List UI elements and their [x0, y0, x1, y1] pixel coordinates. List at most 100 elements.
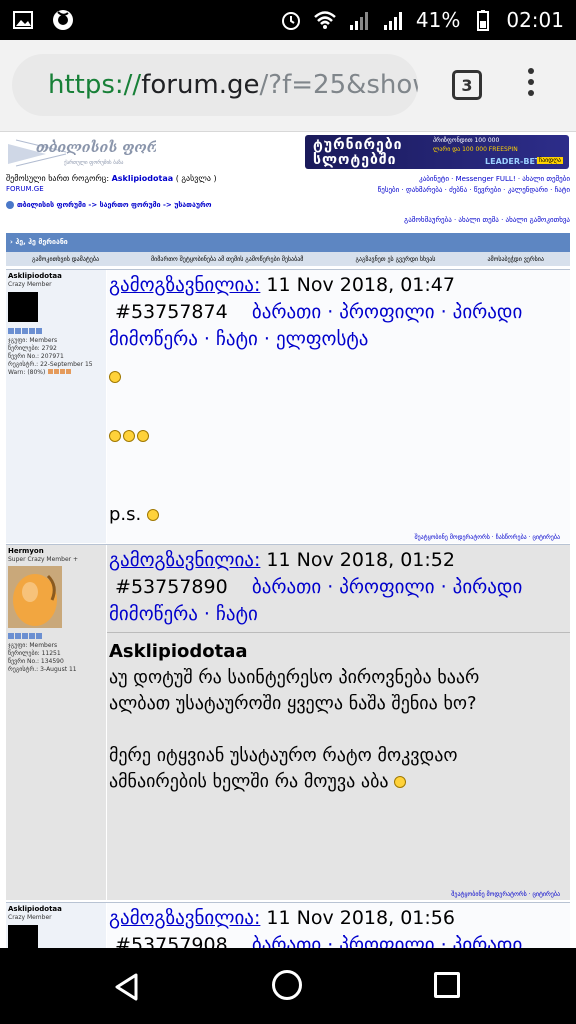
- post-footer-actions[interactable]: შეატყობინე მოდერატორს · ჩასწორება · ციტი…: [414, 534, 560, 541]
- option-subscribe[interactable]: მიმართო შეტყობინება ამ თემის გამოწერები …: [151, 256, 303, 263]
- rank-pips: [8, 633, 104, 642]
- rank-pips: [8, 328, 104, 337]
- post-text: p.s.: [107, 502, 161, 528]
- author-group: ჯგუფი: Members: [8, 642, 58, 649]
- ad-cta: ჩაიდღა: [537, 157, 563, 164]
- post-body: გამოგზავნილია: 11 Nov 2018, 01:47 #53757…: [107, 270, 570, 543]
- topic-title: ჰე, ჰე მერიანი: [15, 238, 68, 246]
- option-send-page[interactable]: გაგზავნეთ ეს გვერდი სხვას: [355, 256, 435, 263]
- post-text: Asklipiodotaa აუ დოტუშ რა საინტერესო პირ…: [107, 639, 570, 795]
- topic-title-bar: › ჰე, ჰე მერიანი: [6, 233, 570, 252]
- smiley-icon: [146, 509, 159, 521]
- site-name[interactable]: FORUM.GE: [6, 185, 44, 193]
- gallery-icon: [13, 11, 33, 29]
- author-registered: რეგისტრ.: 22-September 15: [8, 361, 93, 368]
- url-host: forum.ge: [141, 70, 260, 100]
- emoticons-group: [109, 430, 149, 442]
- smiley-icon: [109, 370, 121, 383]
- logout-link[interactable]: ( გასვლა ): [176, 174, 217, 183]
- forum-logo[interactable]: თბილისის ფორუმი ქართული ფორუმის ბაზა: [6, 134, 156, 172]
- post-meta: გამოგზავნილია: 11 Nov 2018, 01:47 #53757…: [107, 270, 570, 355]
- forum-dot-icon: [6, 201, 14, 209]
- post-date: 11 Nov 2018, 01:52: [266, 549, 455, 571]
- author-member-no: წევრი No.: 134590: [8, 658, 64, 665]
- battery-icon: [477, 10, 490, 31]
- post: Asklipiodotaa Crazy Member ჯგუფი: Member…: [6, 269, 570, 543]
- post-line-2: ალბათ უსატაუროში ყველა ნაშა შენია ხო?: [109, 693, 477, 714]
- warn-level: Warn: (80%): [8, 369, 46, 376]
- tab-switcher-button[interactable]: 3: [452, 70, 482, 100]
- post-id[interactable]: #53757908: [115, 934, 228, 948]
- post-line-4-row: ამნაირების ხელში რა მოუვა აბა: [109, 769, 568, 795]
- recent-apps-icon[interactable]: [434, 972, 460, 998]
- post-line-1: აუ დოტუშ რა საინტერესო პიროვნება ხაარ: [109, 667, 480, 688]
- posted-label[interactable]: გამოგზავნილია:: [109, 907, 260, 929]
- author-group: ჯგუფი: Members: [8, 337, 58, 344]
- topic-actions[interactable]: გამოხმაურება · ახალი თემა · ახალი გამოკი…: [404, 216, 570, 224]
- post-id[interactable]: #53757890: [115, 576, 228, 598]
- post-date: 11 Nov 2018, 01:47: [266, 274, 455, 296]
- url-scheme: https://: [48, 70, 142, 100]
- user-links-row2[interactable]: წესები · დახმარება · ძებნა · წევრები · კ…: [378, 185, 570, 196]
- url-path: /?f=25&show: [259, 70, 418, 100]
- post-line-4: ამნაირების ხელში რა მოუვა აბა: [109, 771, 389, 792]
- clock: 02:01: [506, 8, 564, 32]
- home-icon[interactable]: [272, 970, 302, 1000]
- alarm-icon: [281, 12, 300, 30]
- signal-sim2-icon: [383, 12, 402, 30]
- author-registered: რეგისტრ.: 3-August 11: [8, 666, 77, 673]
- author-posts: წერილები: 2792: [8, 345, 57, 352]
- browser-toolbar: https://forum.ge/?f=25&show 3: [0, 40, 576, 132]
- ad-headline-1: ტურნირები: [313, 137, 403, 153]
- avatar: [8, 925, 38, 948]
- avatar: [8, 292, 38, 322]
- author-rank: Crazy Member: [8, 914, 52, 921]
- option-print[interactable]: ამოსაბეჭდი ვერსია: [487, 256, 543, 263]
- avatar: [8, 566, 62, 628]
- author-name[interactable]: Asklipiodotaa: [8, 905, 104, 914]
- author-warn: Warn: (80%): [8, 369, 104, 377]
- author-posts: წერილები: 11251: [8, 650, 61, 657]
- post-meta: გამოგზავნილია: 11 Nov 2018, 01:56 #53757…: [107, 903, 570, 948]
- advertisement-banner[interactable]: ტურნირები სლოტებში პრიზფონდით 100 000 ლა…: [305, 135, 569, 169]
- posted-label[interactable]: გამოგზავნილია:: [109, 274, 260, 296]
- site-header: თბილისის ფორუმი ქართული ფორუმის ბაზა ტურ…: [0, 132, 576, 198]
- post: Asklipiodotaa Crazy Member გამოგზავნილია…: [6, 902, 570, 948]
- wifi-icon: [314, 11, 336, 29]
- back-icon[interactable]: [112, 972, 142, 1002]
- menu-icon[interactable]: [526, 68, 536, 104]
- author-rank: Crazy Member: [8, 281, 52, 288]
- smiley-icon: [137, 430, 149, 442]
- posted-label[interactable]: გამოგზავნილია:: [109, 549, 260, 571]
- breadcrumb-text[interactable]: თბილისის ფორუმი -> საერთო ფორუმი -> უსათ…: [17, 201, 211, 209]
- post: Hermyon Super Crazy Member + ჯგუფი: Memb…: [6, 544, 570, 900]
- login-prefix: შემოსული ხართ როგორც:: [6, 174, 110, 183]
- author-name[interactable]: Hermyon: [8, 547, 104, 556]
- svg-text:თბილისის ფორუმი: თბილისის ფორუმი: [36, 140, 156, 156]
- status-bar: 41% 02:01: [0, 0, 576, 40]
- ad-headline-2: სლოტებში: [313, 152, 397, 168]
- author-rank: Super Crazy Member +: [8, 556, 79, 563]
- post-footer-actions[interactable]: შეატყობინე მოდერატორს · ციტირება: [451, 891, 560, 898]
- svg-text:ქართული ფორუმის ბაზა: ქართული ფორუმის ბაზა: [64, 159, 124, 166]
- user-links-row1[interactable]: კაბინეტი · Messenger FULL! · ახალი თემებ…: [378, 174, 570, 185]
- login-status: შემოსული ხართ როგორც: Asklipiodotaa ( გა…: [6, 174, 217, 183]
- post-id[interactable]: #53757874: [115, 301, 228, 323]
- post-line-3: მერე იტყვიან უსატაურო რატო მოკვდაო: [109, 745, 458, 766]
- author-name[interactable]: Asklipiodotaa: [8, 272, 104, 281]
- breadcrumb[interactable]: თბილისის ფორუმი -> საერთო ფორუმი -> უსათ…: [6, 201, 211, 209]
- author-member-no: წევრი No.: 207971: [8, 353, 64, 360]
- post-author-panel: Asklipiodotaa Crazy Member ჯგუფი: Member…: [6, 270, 106, 543]
- smiley-icon: [109, 430, 121, 442]
- post-author-panel: Asklipiodotaa Crazy Member: [6, 903, 106, 948]
- ad-freespin-text: ლარი და 100 000 FREESPIN: [433, 146, 518, 153]
- topic-options-bar: გამოკითხვის დამატება მიმართო შეტყობინება…: [6, 252, 570, 266]
- author-links[interactable]: ბარათი · პროფილი · პირადი: [252, 934, 522, 948]
- ad-prize-text: პრიზფონდით 100 000: [433, 137, 500, 144]
- address-bar[interactable]: https://forum.ge/?f=25&show: [12, 54, 418, 116]
- post-author-panel: Hermyon Super Crazy Member + ჯგუფი: Memb…: [6, 545, 106, 900]
- current-user-link[interactable]: Asklipiodotaa: [112, 174, 174, 183]
- web-page: თბილისის ფორუმი ქართული ფორუმის ბაზა ტურ…: [0, 132, 576, 948]
- user-links: კაბინეტი · Messenger FULL! · ახალი თემებ…: [378, 174, 570, 196]
- option-add-poll[interactable]: გამოკითხვის დამატება: [32, 256, 99, 263]
